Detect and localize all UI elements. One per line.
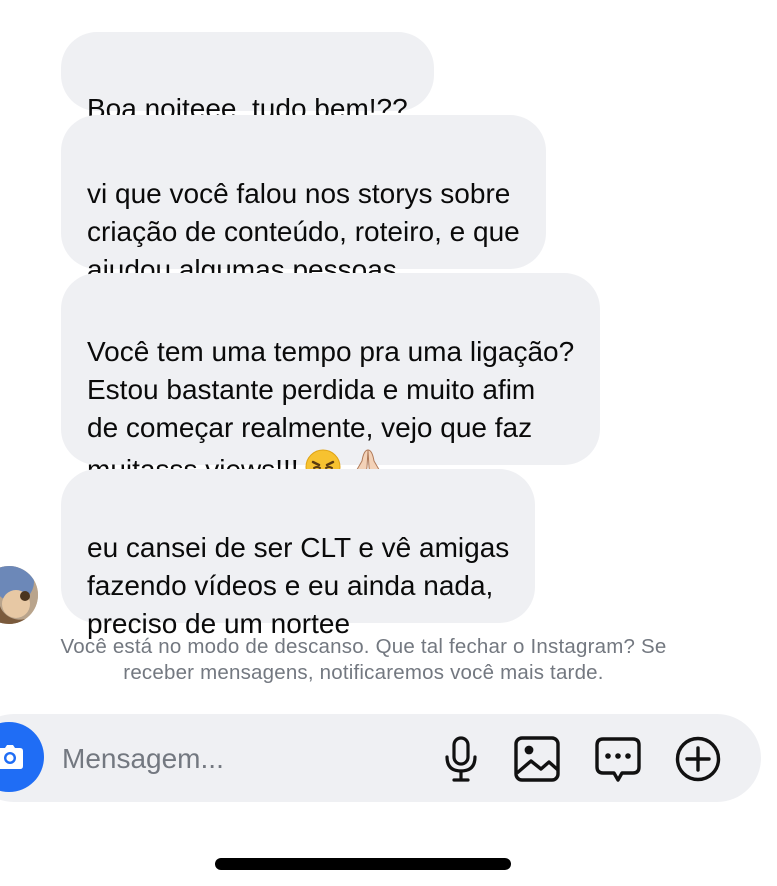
message-input[interactable] [62,737,422,781]
message-bubble[interactable]: Você tem uma tempo pra uma ligação? Esto… [61,273,601,485]
microphone-button[interactable] [437,735,485,783]
gallery-icon [514,736,560,782]
microphone-icon [445,736,477,782]
dm-thread-screen: Boa noiteee, tudo bem!?? vi que você fal… [0,0,777,886]
message-bubble[interactable]: vi que você falou nos storys sobre criaç… [61,115,546,285]
sticker-icon [595,737,641,782]
rest-mode-line-2: receber mensagens, notificaremos você ma… [123,661,604,684]
more-options-button[interactable] [674,735,722,783]
plus-icon [675,736,721,782]
message-bubble[interactable]: Boa noiteee, tudo bem!?? [61,32,434,124]
gallery-button[interactable] [513,735,561,783]
home-indicator[interactable] [215,858,511,870]
sticker-button[interactable] [594,735,642,783]
rest-mode-notice: Você está no modo de descanso. Que tal f… [0,634,727,686]
rest-mode-line-1: Você está no modo de descanso. Que tal f… [60,635,667,658]
sender-avatar[interactable] [0,566,38,624]
message-text: eu cansei de ser CLT e vê amigas fazendo… [87,532,510,639]
camera-icon [0,745,23,769]
message-bubble[interactable]: eu cansei de ser CLT e vê amigas fazendo… [61,469,536,639]
message-text: vi que você falou nos storys sobre criaç… [87,178,520,285]
